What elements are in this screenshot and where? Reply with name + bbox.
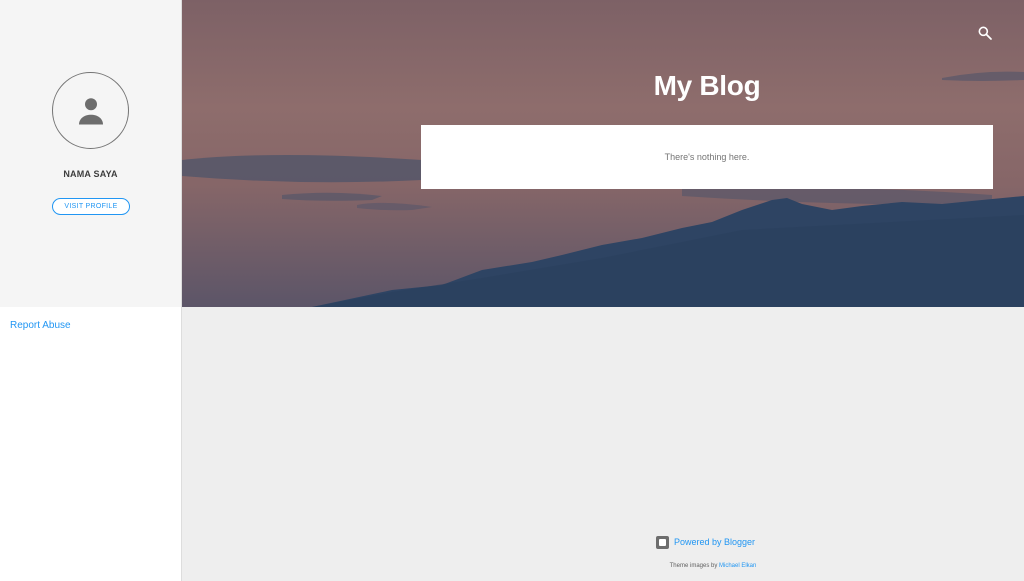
posts-container: There's nothing here. (421, 125, 993, 189)
person-icon (79, 98, 103, 125)
sidebar: NAMA SAYA VISIT PROFILE Report Abuse (0, 0, 182, 581)
empty-message: There's nothing here. (664, 152, 750, 162)
profile-name: NAMA SAYA (63, 169, 118, 179)
theme-credit: Theme images by Michael Elkan (600, 563, 826, 569)
powered-by-label: Powered by Blogger (674, 537, 756, 547)
search-icon[interactable] (977, 25, 993, 41)
profile-panel: NAMA SAYA VISIT PROFILE (0, 0, 181, 307)
blogger-icon (656, 535, 669, 549)
powered-by-blogger-link[interactable]: Powered by Blogger (656, 535, 755, 549)
blog-title[interactable]: My Blog (422, 70, 992, 102)
theme-images-prefix: Theme images by (669, 563, 718, 569)
avatar[interactable] (52, 72, 129, 149)
hero-header: My Blog There's nothing here. (182, 0, 1024, 307)
blog-page: NAMA SAYA VISIT PROFILE Report Abuse My … (0, 0, 1024, 581)
visit-profile-button[interactable]: VISIT PROFILE (52, 198, 130, 215)
theme-author-link[interactable]: Michael Elkan (719, 563, 756, 569)
report-abuse-link[interactable]: Report Abuse (10, 320, 71, 331)
